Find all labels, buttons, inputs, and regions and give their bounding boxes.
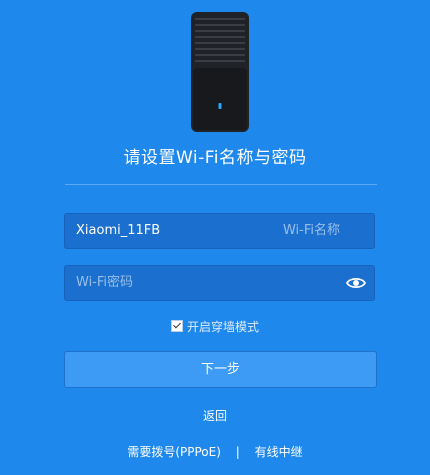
wifi-name-field[interactable]: Xiaomi_11FB Wi-Fi名称 (64, 213, 375, 249)
divider (65, 184, 377, 185)
eye-icon[interactable] (346, 275, 366, 291)
pppoe-link[interactable]: 需要拨号(PPPoE) (127, 445, 221, 459)
wall-mode-label: 开启穿墙模式 (186, 320, 259, 334)
wifi-name-value: Xiaomi_11FB (76, 223, 161, 238)
device-led-icon (218, 103, 222, 109)
wifi-password-placeholder: Wi-Fi密码 (76, 275, 134, 290)
wall-mode-option[interactable]: 开启穿墙模式 (0, 318, 430, 335)
wifi-name-label: Wi-Fi名称 (282, 223, 340, 238)
router-device-icon (191, 12, 249, 132)
bottom-links: 需要拨号(PPPoE) | 有线中继 (0, 443, 430, 460)
checkbox-checked-icon[interactable] (170, 320, 183, 332)
back-link[interactable]: 返回 (0, 407, 430, 424)
link-separator: | (235, 445, 240, 459)
page-title: 请设置Wi-Fi名称与密码 (123, 148, 307, 168)
wifi-password-field[interactable]: Wi-Fi密码 (64, 265, 375, 301)
wired-relay-link[interactable]: 有线中继 (255, 445, 303, 459)
next-button[interactable]: 下一步 (64, 351, 377, 388)
